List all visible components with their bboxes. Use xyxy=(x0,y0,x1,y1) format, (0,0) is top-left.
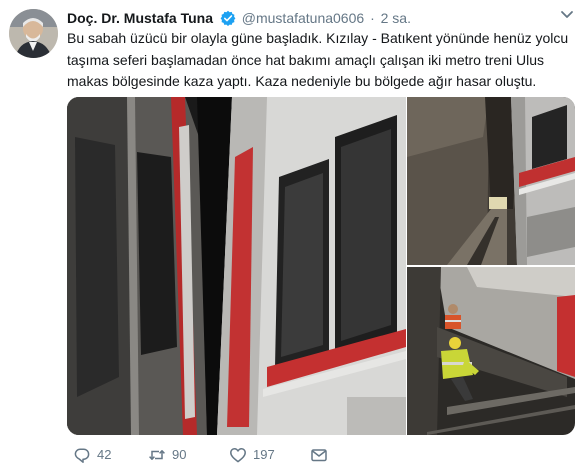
chevron-down-icon[interactable] xyxy=(559,8,575,22)
media-photo-2[interactable] xyxy=(407,97,575,265)
tweet-media xyxy=(67,97,575,435)
retweet-action[interactable]: 90 xyxy=(148,444,186,466)
envelope-icon xyxy=(311,449,327,462)
media-photo-1[interactable] xyxy=(67,97,406,435)
tweet-timestamp[interactable]: 2 sa. xyxy=(381,10,411,26)
reply-icon xyxy=(74,448,90,463)
media-photo-3[interactable] xyxy=(407,267,575,435)
reply-count: 42 xyxy=(97,447,112,462)
verified-badge-icon xyxy=(220,10,236,26)
message-action[interactable] xyxy=(310,444,328,466)
author-handle[interactable]: @mustafatuna0606 xyxy=(242,10,364,26)
avatar[interactable] xyxy=(9,9,58,58)
reply-action[interactable]: 42 xyxy=(73,444,111,466)
retweet-count: 90 xyxy=(172,447,187,462)
heart-icon xyxy=(230,448,246,463)
tweet-header: Doç. Dr. Mustafa Tuna @mustafatuna0606 ·… xyxy=(67,9,411,27)
tweet-text: Bu sabah üzücü bir olayla güne başladık.… xyxy=(67,30,569,89)
author-name[interactable]: Doç. Dr. Mustafa Tuna xyxy=(67,10,213,26)
like-action[interactable]: 197 xyxy=(229,444,275,466)
like-count: 197 xyxy=(253,447,275,462)
separator-dot: · xyxy=(370,10,375,26)
retweet-icon xyxy=(149,450,165,460)
tweet-card[interactable]: Doç. Dr. Mustafa Tuna @mustafatuna0606 ·… xyxy=(0,0,583,474)
